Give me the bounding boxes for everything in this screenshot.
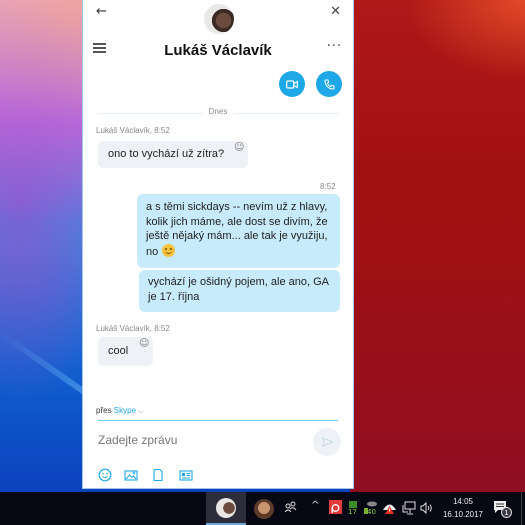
- volume-icon[interactable]: [420, 500, 434, 515]
- clock-time: 14:05: [452, 497, 474, 506]
- message-input[interactable]: [98, 430, 298, 450]
- taskbar-clock[interactable]: 14:05 16.10.2017: [437, 495, 489, 521]
- green-tray-app-icon[interactable]: 17: [346, 500, 359, 516]
- contact-avatar: [216, 497, 236, 518]
- svg-text:40: 40: [367, 508, 376, 515]
- message-text: vychází je ošidný pojem, ale ano, GA je …: [148, 276, 329, 303]
- video-call-button[interactable]: [279, 71, 305, 97]
- message-sender-meta: Lukáš Václavík, 8:52: [96, 126, 170, 135]
- tray-overflow-chevron-icon[interactable]: ^: [311, 500, 319, 511]
- message-sender-meta: Lukáš Václavík, 8:52: [96, 324, 170, 333]
- emoji-picker-button[interactable]: [98, 467, 112, 482]
- message-time: 8:52: [320, 182, 336, 191]
- image-add-icon: [124, 470, 138, 481]
- back-icon[interactable]: ←: [96, 4, 107, 19]
- day-separator: Dnes: [98, 107, 338, 119]
- more-options-icon[interactable]: ···: [327, 39, 342, 54]
- send-media-button[interactable]: [124, 467, 138, 481]
- warning-tray-icon[interactable]: [382, 500, 397, 514]
- emoji-icon: [98, 468, 112, 482]
- audio-call-button[interactable]: [316, 71, 342, 97]
- send-arrow-icon: [321, 437, 333, 447]
- message-text: ono to vychází už zítra?: [108, 148, 225, 160]
- gray-tray-app-icon[interactable]: 40: [364, 500, 377, 516]
- send-via-selector[interactable]: přes Skype ⌵: [96, 406, 144, 416]
- day-separator-label: Dnes: [208, 107, 228, 116]
- contact-card-icon: [179, 470, 193, 481]
- send-button[interactable]: [313, 428, 341, 456]
- via-service-link[interactable]: Skype: [114, 406, 136, 415]
- show-desktop-button[interactable]: [521, 492, 525, 525]
- desktop-wallpaper-right: [350, 0, 525, 492]
- input-underline: [98, 420, 338, 421]
- clock-date: 16.10.2017: [442, 510, 484, 519]
- desktop-wallpaper-left: [0, 0, 90, 492]
- svg-text:17: 17: [348, 508, 357, 515]
- taskbar-skype-chat-app[interactable]: [206, 492, 246, 525]
- pocket-app-icon[interactable]: [329, 500, 342, 514]
- close-icon[interactable]: ✕: [330, 4, 341, 19]
- reaction-smiley-icon[interactable]: ☺: [139, 338, 149, 349]
- reaction-smiley-icon[interactable]: ☺: [234, 142, 244, 153]
- phone-icon: [323, 79, 334, 90]
- contact-avatar[interactable]: [204, 4, 234, 34]
- windows-taskbar: ^ 17 40 14:05 16.10.2017 1: [0, 492, 525, 525]
- message-text: cool: [108, 345, 129, 357]
- incoming-message-bubble[interactable]: ono to vychází už zítra?: [98, 141, 248, 168]
- network-icon[interactable]: [402, 500, 416, 515]
- skype-chat-window: ← ✕ Lukáš Václavík ··· Dnes Lukáš Václav…: [82, 0, 354, 489]
- contact-name-title: Lukáš Václavík: [164, 42, 272, 59]
- video-camera-icon: [286, 79, 298, 89]
- notification-count-badge: 1: [501, 507, 512, 518]
- action-center-button[interactable]: 1: [492, 499, 512, 518]
- outgoing-message-bubble[interactable]: vychází je ošidný pojem, ale ano, GA je …: [139, 270, 340, 312]
- chevron-down-icon: ⌵: [138, 408, 144, 415]
- outgoing-message-bubble[interactable]: a s těmi sickdays -- nevím už z hlavy, k…: [137, 194, 340, 268]
- file-icon: [153, 468, 163, 482]
- people-icon[interactable]: [284, 500, 297, 516]
- separator-line: [234, 113, 338, 114]
- smile-emoji-icon: [162, 243, 176, 257]
- via-label: přes: [96, 406, 112, 415]
- taskbar-contact-app[interactable]: [244, 492, 284, 525]
- send-file-button[interactable]: [151, 467, 165, 482]
- send-contact-button[interactable]: [179, 467, 193, 481]
- contact-avatar: [254, 498, 274, 519]
